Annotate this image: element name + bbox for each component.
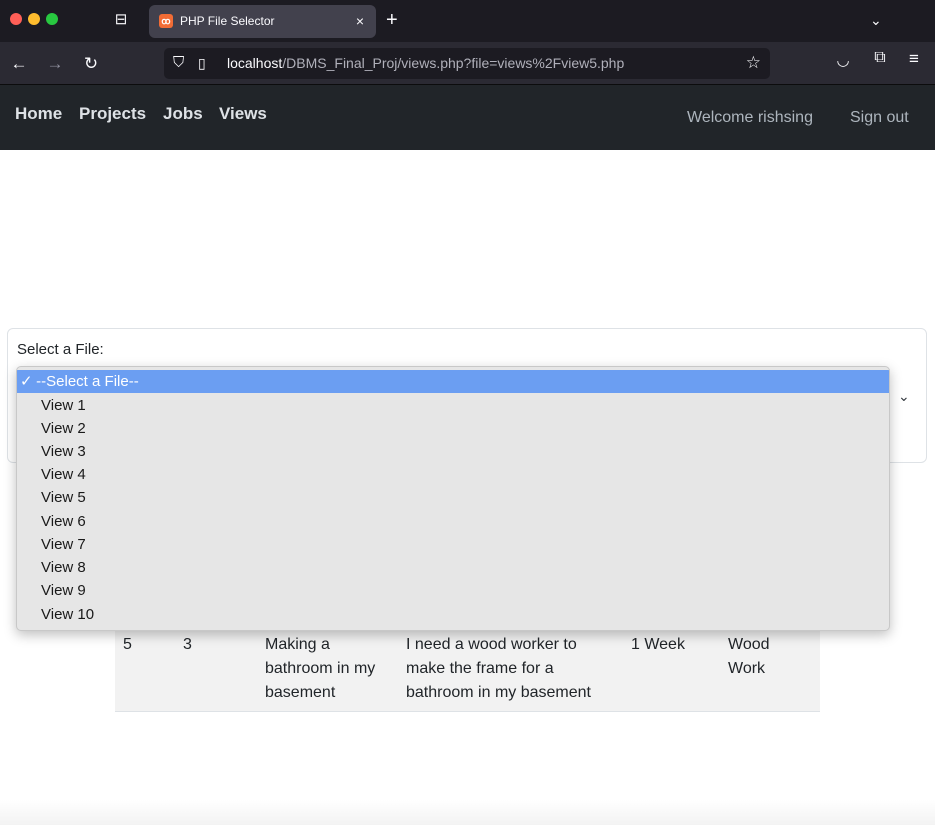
url-host: localhost bbox=[227, 55, 283, 71]
select-option[interactable]: View 1 bbox=[17, 394, 889, 417]
forward-arrow-icon[interactable]: → bbox=[42, 51, 68, 77]
table-cell: Wood Work bbox=[728, 636, 770, 677]
select-option[interactable]: View 5 bbox=[17, 486, 889, 509]
table-cell: 1 Week bbox=[631, 636, 685, 653]
nav-link-home[interactable]: Home bbox=[15, 104, 62, 124]
file-select-dropdown[interactable]: ✓ --Select a File-- View 1 View 2 View 3… bbox=[16, 366, 890, 631]
close-window-button[interactable] bbox=[10, 13, 22, 25]
tab-overview-icon[interactable]: ⊟ bbox=[110, 9, 132, 31]
table-cell: Making a bathroom in my basement bbox=[265, 636, 376, 701]
chevron-down-icon[interactable]: ⌄ bbox=[898, 389, 910, 403]
nav-link-views[interactable]: Views bbox=[219, 104, 267, 124]
minimize-window-button[interactable] bbox=[28, 13, 40, 25]
browser-titlebar: ⊟ ꝏ PHP File Selector × + ⌄ bbox=[0, 0, 935, 42]
zoom-window-button[interactable] bbox=[46, 13, 58, 25]
shield-icon[interactable]: ⛉ bbox=[173, 54, 189, 72]
table-row: 5 3 Making a bathroom in my basement I n… bbox=[115, 625, 820, 712]
url-path: /DBMS_Final_Proj/views.php?file=views%2F… bbox=[282, 55, 625, 71]
page-icon[interactable]: ▯ bbox=[198, 54, 214, 72]
sign-out-link[interactable]: Sign out bbox=[850, 108, 909, 128]
url-bar[interactable]: ⛉ ▯ localhost/DBMS_Final_Proj/views.php?… bbox=[164, 48, 770, 79]
page-footer-shade bbox=[0, 800, 935, 825]
select-option[interactable]: View 10 bbox=[17, 603, 889, 626]
hamburger-menu-icon[interactable]: ≡ bbox=[904, 49, 924, 69]
tab-title: PHP File Selector bbox=[180, 14, 275, 28]
file-select-label: Select a File: bbox=[17, 341, 104, 358]
welcome-text: Welcome rishsing bbox=[687, 109, 813, 126]
browser-navbar: ← → ↻ ⛉ ▯ localhost/DBMS_Final_Proj/view… bbox=[0, 42, 935, 85]
tab-close-icon[interactable]: × bbox=[356, 12, 364, 30]
table-cell: I need a wood worker to make the frame f… bbox=[406, 636, 591, 701]
select-option[interactable]: View 4 bbox=[17, 463, 889, 486]
site-header: Home Projects Jobs Views Welcome rishsin… bbox=[0, 85, 935, 150]
bookmark-star-icon[interactable]: ☆ bbox=[746, 53, 761, 73]
table-cell: 5 bbox=[123, 636, 132, 653]
select-option[interactable]: View 3 bbox=[17, 440, 889, 463]
checkmark-icon: ✓ bbox=[20, 373, 33, 390]
select-option[interactable]: View 2 bbox=[17, 417, 889, 440]
pocket-icon[interactable]: ◡ bbox=[834, 51, 852, 69]
browser-tab[interactable]: ꝏ PHP File Selector × bbox=[149, 5, 376, 38]
select-option[interactable]: View 6 bbox=[17, 510, 889, 533]
url-text[interactable]: localhost/DBMS_Final_Proj/views.php?file… bbox=[227, 55, 624, 72]
select-option[interactable]: View 9 bbox=[17, 579, 889, 602]
tab-favicon-icon: ꝏ bbox=[159, 14, 173, 28]
back-arrow-icon[interactable]: ← bbox=[6, 51, 32, 77]
select-option[interactable]: View 7 bbox=[17, 533, 889, 556]
table-cell: 3 bbox=[183, 636, 192, 653]
tabs-list-chevron-icon[interactable]: ⌄ bbox=[870, 9, 882, 31]
nav-link-jobs[interactable]: Jobs bbox=[163, 104, 203, 124]
select-option-selected[interactable]: ✓ --Select a File-- bbox=[17, 370, 889, 393]
extensions-icon[interactable]: ⧉ bbox=[870, 49, 890, 67]
select-option[interactable]: View 8 bbox=[17, 556, 889, 579]
new-tab-button[interactable]: + bbox=[386, 8, 398, 32]
nav-link-projects[interactable]: Projects bbox=[79, 104, 146, 124]
reload-icon[interactable]: ↻ bbox=[78, 51, 104, 77]
